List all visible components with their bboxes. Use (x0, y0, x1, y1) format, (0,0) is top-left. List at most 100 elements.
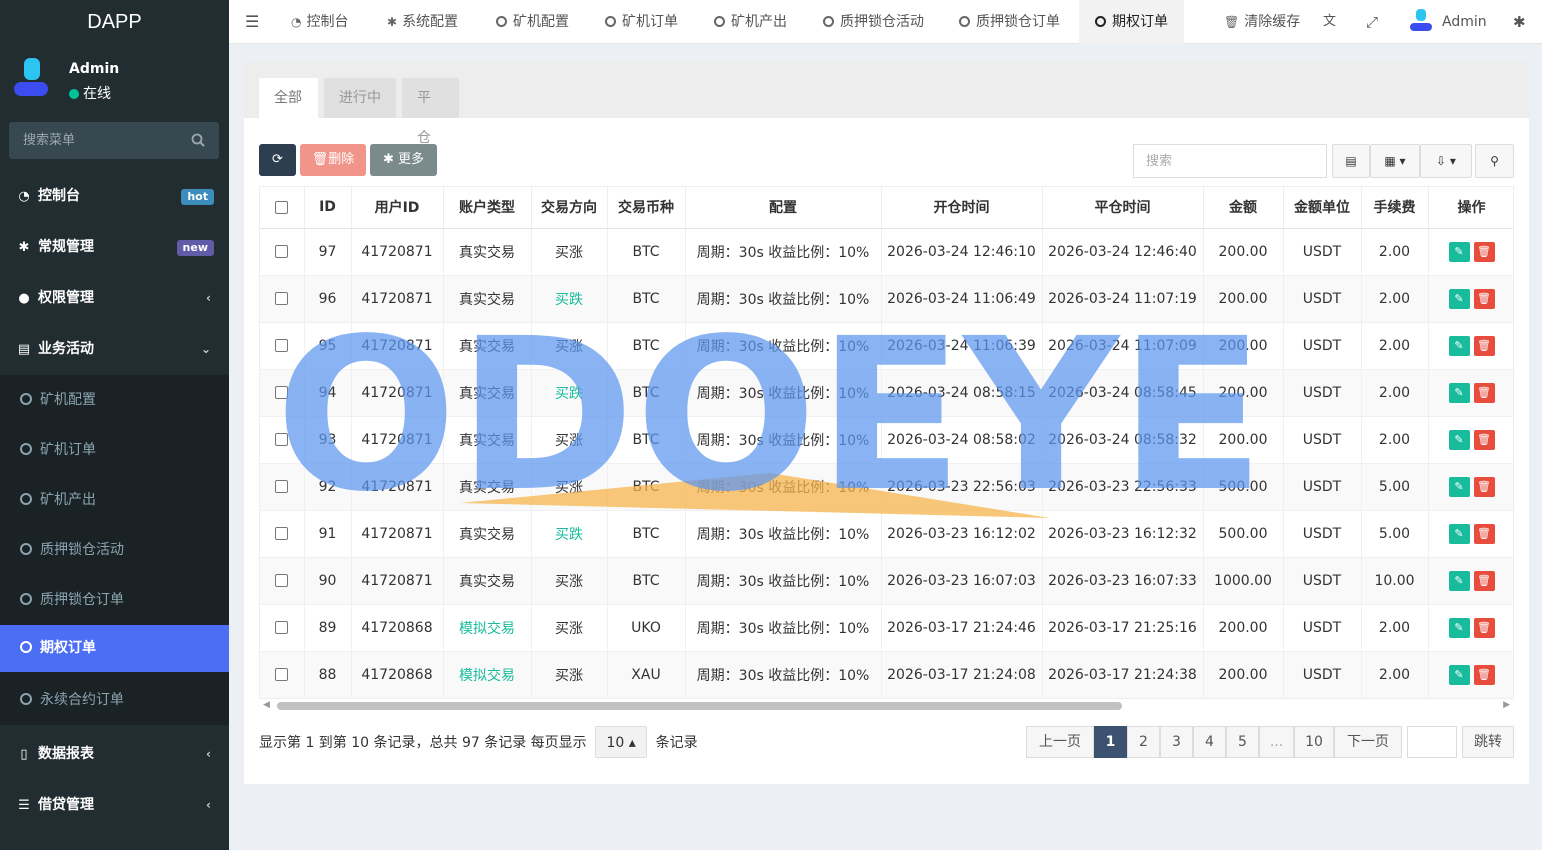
column-header[interactable]: 交易方向 (531, 187, 608, 229)
next-page-button[interactable]: 下一页 (1334, 726, 1402, 758)
delete-row-button[interactable]: 🗑 (1473, 335, 1495, 356)
admin-menu[interactable]: Admin (1410, 0, 1487, 44)
edit-button[interactable]: ✎ (1448, 382, 1470, 403)
edit-button[interactable]: ✎ (1448, 664, 1470, 685)
delete-row-button[interactable]: 🗑 (1473, 617, 1495, 638)
delete-row-button[interactable]: 🗑 (1473, 570, 1495, 591)
menu-search-input[interactable] (9, 122, 179, 159)
tab-staking-orders[interactable]: 质押锁仓订单 (959, 0, 1060, 44)
table-row[interactable]: 93 41720871 真实交易 买涨 BTC 周期：30s 收益比例：10% 2026-0… (260, 416, 1513, 464)
table-row[interactable]: 95 41720871 真实交易 买涨 BTC 周期：30s 收益比例：10% 2026-0… (260, 322, 1513, 370)
page-button[interactable]: 1 (1094, 726, 1127, 758)
row-checkbox[interactable] (275, 621, 289, 634)
row-checkbox[interactable] (275, 292, 289, 305)
delete-button[interactable]: 🗑删除 (300, 144, 366, 176)
sidebar-subitem-perpetual-orders[interactable]: 永续合约订单 (0, 675, 229, 725)
edit-button[interactable]: ✎ (1448, 570, 1470, 591)
clear-cache-button[interactable]: 🗑 清除缓存 (1224, 0, 1300, 44)
delete-row-button[interactable]: 🗑 (1473, 288, 1495, 309)
column-header[interactable]: 用户ID (351, 187, 444, 229)
edit-button[interactable]: ✎ (1448, 476, 1470, 497)
column-header[interactable]: ID (304, 187, 352, 229)
sidebar-item-business[interactable]: ▤ 业务活动 ⌄ (0, 324, 229, 375)
table-row[interactable]: 96 41720871 真实交易 买跌 BTC 周期：30s 收益比例：10% 2026-0… (260, 275, 1513, 323)
tab-all[interactable]: 全部 (259, 78, 318, 118)
export-button[interactable]: ⇩ ▾ (1420, 144, 1472, 178)
translate-icon[interactable]: 文 (1323, 0, 1336, 44)
table-row[interactable]: 92 41720871 真实交易 买涨 BTC 周期：30s 收益比例：10% 2026-0… (260, 463, 1513, 511)
settings-icon[interactable]: ✱ (1513, 0, 1526, 44)
jump-page-input[interactable] (1407, 726, 1457, 758)
sidebar-subitem-miner-config[interactable]: 矿机配置 (0, 375, 229, 425)
sidebar-subitem-staking-activity[interactable]: 质押锁仓活动 (0, 525, 229, 575)
fullscreen-icon[interactable]: ⤢ (1366, 0, 1378, 44)
page-button[interactable]: 3 (1160, 726, 1193, 758)
sidebar-item-dashboard[interactable]: ◔ 控制台 hot (0, 171, 229, 222)
column-header[interactable]: 金额单位 (1283, 187, 1362, 229)
refresh-button[interactable]: ⟳ (259, 144, 296, 176)
scroll-left-icon[interactable]: ◀ (263, 700, 270, 710)
column-header[interactable]: 金额 (1203, 187, 1284, 229)
column-header[interactable]: 配置 (685, 187, 882, 229)
page-button[interactable]: 5 (1226, 726, 1259, 758)
scroll-right-icon[interactable]: ▶ (1503, 700, 1510, 710)
search-icon[interactable] (191, 133, 205, 147)
delete-row-button[interactable]: 🗑 (1473, 664, 1495, 685)
prev-page-button[interactable]: 上一页 (1026, 726, 1094, 758)
edit-button[interactable]: ✎ (1448, 617, 1470, 638)
row-checkbox[interactable] (275, 574, 289, 587)
tab-miner-config[interactable]: 矿机配置 (496, 0, 569, 44)
row-checkbox[interactable] (275, 339, 289, 352)
sidebar-subitem-miner-orders[interactable]: 矿机订单 (0, 425, 229, 475)
table-row[interactable]: 88 41720868 模拟交易 买涨 XAU 周期：30s 收益比例：10% 2026-0… (260, 651, 1513, 698)
tab-miner-orders[interactable]: 矿机订单 (605, 0, 678, 44)
row-checkbox[interactable] (275, 433, 289, 446)
edit-button[interactable]: ✎ (1448, 335, 1470, 356)
sidebar-item-reports[interactable]: ▯ 数据报表 ‹ (0, 729, 229, 780)
edit-button[interactable]: ✎ (1448, 241, 1470, 262)
page-button[interactable]: 2 (1127, 726, 1160, 758)
toggle-view-button[interactable]: ▤ (1332, 144, 1370, 178)
tab-miner-output[interactable]: 矿机产出 (714, 0, 787, 44)
column-header[interactable]: 平仓时间 (1042, 187, 1204, 229)
column-header[interactable]: 开仓时间 (881, 187, 1043, 229)
tab-in-progress[interactable]: 进行中 (324, 78, 396, 118)
row-checkbox[interactable] (275, 668, 289, 681)
tab-dashboard[interactable]: ◔ 控制台 (291, 0, 348, 44)
edit-button[interactable]: ✎ (1448, 429, 1470, 450)
page-button[interactable]: 10 (1294, 726, 1334, 758)
scrollbar-thumb[interactable] (277, 702, 1122, 710)
sidebar-subitem-option-orders[interactable]: 期权订单 (0, 625, 229, 672)
column-header[interactable]: 手续费 (1361, 187, 1429, 229)
table-search-input[interactable] (1133, 144, 1327, 178)
row-checkbox[interactable] (275, 527, 289, 540)
tab-closed[interactable]: 平仓 (402, 78, 459, 146)
table-row[interactable]: 97 41720871 真实交易 买涨 BTC 周期：30s 收益比例：10% 2026-0… (260, 228, 1513, 276)
sidebar-item-permissions[interactable]: ● 权限管理 ‹ (0, 273, 229, 324)
row-checkbox[interactable] (275, 386, 289, 399)
edit-button[interactable]: ✎ (1448, 288, 1470, 309)
columns-button[interactable]: ▦ ▾ (1370, 144, 1420, 178)
column-header[interactable]: 交易币种 (607, 187, 686, 229)
sidebar-subitem-miner-output[interactable]: 矿机产出 (0, 475, 229, 525)
table-row[interactable]: 94 41720871 真实交易 买跌 BTC 周期：30s 收益比例：10% 2026-0… (260, 369, 1513, 417)
search-button[interactable]: ⚲ (1475, 144, 1514, 178)
sidebar-subitem-staking-orders[interactable]: 质押锁仓订单 (0, 575, 229, 625)
more-button[interactable]: ✱ 更多 (370, 144, 437, 176)
edit-button[interactable]: ✎ (1448, 523, 1470, 544)
tab-option-orders[interactable]: 期权订单 (1079, 0, 1184, 44)
delete-row-button[interactable]: 🗑 (1473, 523, 1495, 544)
hamburger-icon[interactable]: ☰ (245, 0, 259, 44)
horizontal-scrollbar[interactable]: ◀ ▶ (259, 700, 1514, 712)
page-size-select[interactable]: 10 ▴ (595, 726, 648, 758)
tab-system-config[interactable]: ✱ 系统配置 (387, 0, 458, 44)
table-row[interactable]: 90 41720871 真实交易 买涨 BTC 周期：30s 收益比例：10% 2026-0… (260, 557, 1513, 605)
sidebar-item-general[interactable]: ✱ 常规管理 new (0, 222, 229, 273)
page-button[interactable]: 4 (1193, 726, 1226, 758)
table-row[interactable]: 91 41720871 真实交易 买跌 BTC 周期：30s 收益比例：10% 2026-0… (260, 510, 1513, 558)
select-all-checkbox[interactable] (275, 200, 289, 214)
column-header[interactable]: 账户类型 (443, 187, 532, 229)
app-logo[interactable]: DAPP (0, 0, 229, 44)
sidebar-item-loans[interactable]: ☰ 借贷管理 ‹ (0, 780, 229, 831)
delete-row-button[interactable]: 🗑 (1473, 241, 1495, 262)
